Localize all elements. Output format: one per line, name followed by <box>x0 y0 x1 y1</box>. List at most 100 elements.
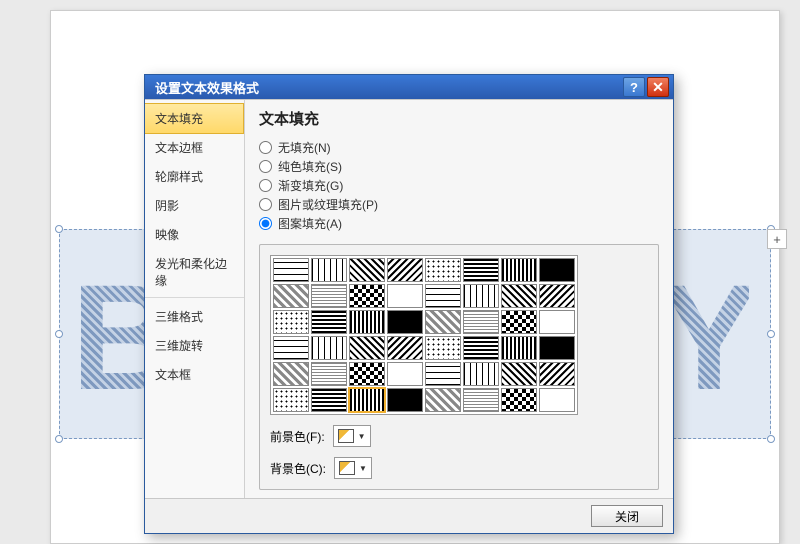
pattern-swatch[interactable] <box>311 310 347 334</box>
pattern-swatch[interactable] <box>349 284 385 308</box>
chevron-down-icon: ▼ <box>358 432 366 441</box>
fill-option-solid[interactable]: 纯色填充(S) <box>259 158 659 175</box>
pattern-swatch[interactable] <box>539 388 575 412</box>
radio-gradient[interactable] <box>259 179 272 192</box>
pattern-swatch[interactable] <box>425 336 461 360</box>
pattern-swatch[interactable] <box>387 336 423 360</box>
sidebar-item[interactable]: 文本填充 <box>145 103 244 134</box>
resize-handle[interactable] <box>55 435 63 443</box>
pattern-swatch[interactable] <box>501 336 537 360</box>
sidebar-item[interactable]: 轮廓样式 <box>145 162 244 191</box>
dialog-body: 文本填充文本边框轮廓样式阴影映像发光和柔化边缘三维格式三维旋转文本框 文本填充 … <box>145 99 673 498</box>
pattern-swatch[interactable] <box>425 388 461 412</box>
sidebar-item[interactable]: 文本框 <box>145 360 244 389</box>
pattern-panel: 前景色(F): ▼ 背景色(C): ▼ <box>259 244 659 490</box>
sidebar-item[interactable]: 映像 <box>145 220 244 249</box>
pattern-swatch[interactable] <box>425 258 461 282</box>
pattern-swatch[interactable] <box>311 388 347 412</box>
pattern-swatch[interactable] <box>501 388 537 412</box>
sidebar-item[interactable]: 三维旋转 <box>145 331 244 360</box>
pattern-swatch[interactable] <box>273 284 309 308</box>
background-color-button[interactable]: ▼ <box>334 457 372 479</box>
pattern-swatch[interactable] <box>349 310 385 334</box>
bucket-icon <box>338 429 354 443</box>
sidebar-item[interactable]: 文本边框 <box>145 133 244 162</box>
pattern-swatch-grid <box>270 255 578 415</box>
chevron-down-icon: ▼ <box>359 464 367 473</box>
pattern-swatch[interactable] <box>539 362 575 386</box>
fill-option-label: 图案填充(A) <box>278 215 342 232</box>
pattern-swatch[interactable] <box>463 336 499 360</box>
pattern-swatch[interactable] <box>387 284 423 308</box>
pattern-swatch[interactable] <box>463 284 499 308</box>
pattern-swatch[interactable] <box>425 284 461 308</box>
fill-option-label: 图片或纹理填充(P) <box>278 196 378 213</box>
dialog-titlebar[interactable]: 设置文本效果格式 ? ✕ <box>145 75 673 99</box>
pattern-swatch[interactable] <box>463 388 499 412</box>
fill-option-label: 渐变填充(G) <box>278 177 343 194</box>
fill-option-label: 纯色填充(S) <box>278 158 342 175</box>
help-button[interactable]: ? <box>623 77 645 97</box>
workspace: B Y + 设置文本效果格式 ? ✕ 文本填充文本边框轮廓样式阴影映像发光和柔化… <box>0 0 800 544</box>
pattern-swatch[interactable] <box>539 284 575 308</box>
pattern-swatch[interactable] <box>349 258 385 282</box>
pattern-swatch[interactable] <box>311 284 347 308</box>
pattern-swatch[interactable] <box>273 258 309 282</box>
sidebar-item[interactable]: 三维格式 <box>145 302 244 331</box>
fill-option-none[interactable]: 无填充(N) <box>259 139 659 156</box>
pattern-swatch[interactable] <box>387 310 423 334</box>
close-icon[interactable]: ✕ <box>647 77 669 97</box>
pattern-swatch[interactable] <box>387 362 423 386</box>
pattern-swatch[interactable] <box>387 388 423 412</box>
resize-handle[interactable] <box>55 225 63 233</box>
dialog-footer: 关闭 <box>145 498 673 533</box>
pattern-swatch[interactable] <box>273 310 309 334</box>
pattern-swatch[interactable] <box>539 310 575 334</box>
pattern-swatch[interactable] <box>311 258 347 282</box>
sidebar-item[interactable]: 发光和柔化边缘 <box>145 249 244 298</box>
resize-handle[interactable] <box>767 435 775 443</box>
pattern-swatch[interactable] <box>501 258 537 282</box>
pattern-swatch[interactable] <box>311 362 347 386</box>
pattern-swatch[interactable] <box>539 258 575 282</box>
pattern-swatch[interactable] <box>349 388 385 412</box>
fill-option-picture[interactable]: 图片或纹理填充(P) <box>259 196 659 213</box>
pattern-swatch[interactable] <box>349 362 385 386</box>
dialog-title: 设置文本效果格式 <box>155 78 621 97</box>
foreground-color-button[interactable]: ▼ <box>333 425 371 447</box>
radio-none[interactable] <box>259 141 272 154</box>
pattern-swatch[interactable] <box>539 336 575 360</box>
background-label: 背景色(C): <box>270 460 326 477</box>
pattern-swatch[interactable] <box>273 362 309 386</box>
pattern-swatch[interactable] <box>463 362 499 386</box>
pattern-swatch[interactable] <box>425 362 461 386</box>
fill-options: 无填充(N) 纯色填充(S) 渐变填充(G) 图片或纹理填充(P) 图案填充(A) <box>259 137 659 234</box>
close-button[interactable]: 关闭 <box>591 505 663 527</box>
resize-handle[interactable] <box>767 330 775 338</box>
pattern-swatch[interactable] <box>425 310 461 334</box>
fill-option-pattern[interactable]: 图案填充(A) <box>259 215 659 232</box>
pattern-swatch[interactable] <box>501 284 537 308</box>
sidebar-item[interactable]: 阴影 <box>145 191 244 220</box>
pattern-swatch[interactable] <box>273 336 309 360</box>
resize-handle[interactable] <box>55 330 63 338</box>
pattern-swatch[interactable] <box>463 310 499 334</box>
foreground-color-row: 前景色(F): ▼ <box>270 425 648 447</box>
pattern-swatch[interactable] <box>311 336 347 360</box>
add-textbox-button[interactable]: + <box>767 229 787 249</box>
panel-heading: 文本填充 <box>259 108 659 129</box>
radio-picture[interactable] <box>259 198 272 211</box>
bucket-icon <box>339 461 355 475</box>
radio-pattern[interactable] <box>259 217 272 230</box>
pattern-swatch[interactable] <box>501 310 537 334</box>
background-color-row: 背景色(C): ▼ <box>270 457 648 479</box>
pattern-swatch[interactable] <box>463 258 499 282</box>
pattern-swatch[interactable] <box>349 336 385 360</box>
fill-option-gradient[interactable]: 渐变填充(G) <box>259 177 659 194</box>
pattern-swatch[interactable] <box>501 362 537 386</box>
category-sidebar: 文本填充文本边框轮廓样式阴影映像发光和柔化边缘三维格式三维旋转文本框 <box>145 100 245 498</box>
pattern-swatch[interactable] <box>273 388 309 412</box>
radio-solid[interactable] <box>259 160 272 173</box>
pattern-swatch[interactable] <box>387 258 423 282</box>
content-pane: 文本填充 无填充(N) 纯色填充(S) 渐变填充(G) 图片或纹理填充(P) 图案填充(… <box>245 100 673 498</box>
